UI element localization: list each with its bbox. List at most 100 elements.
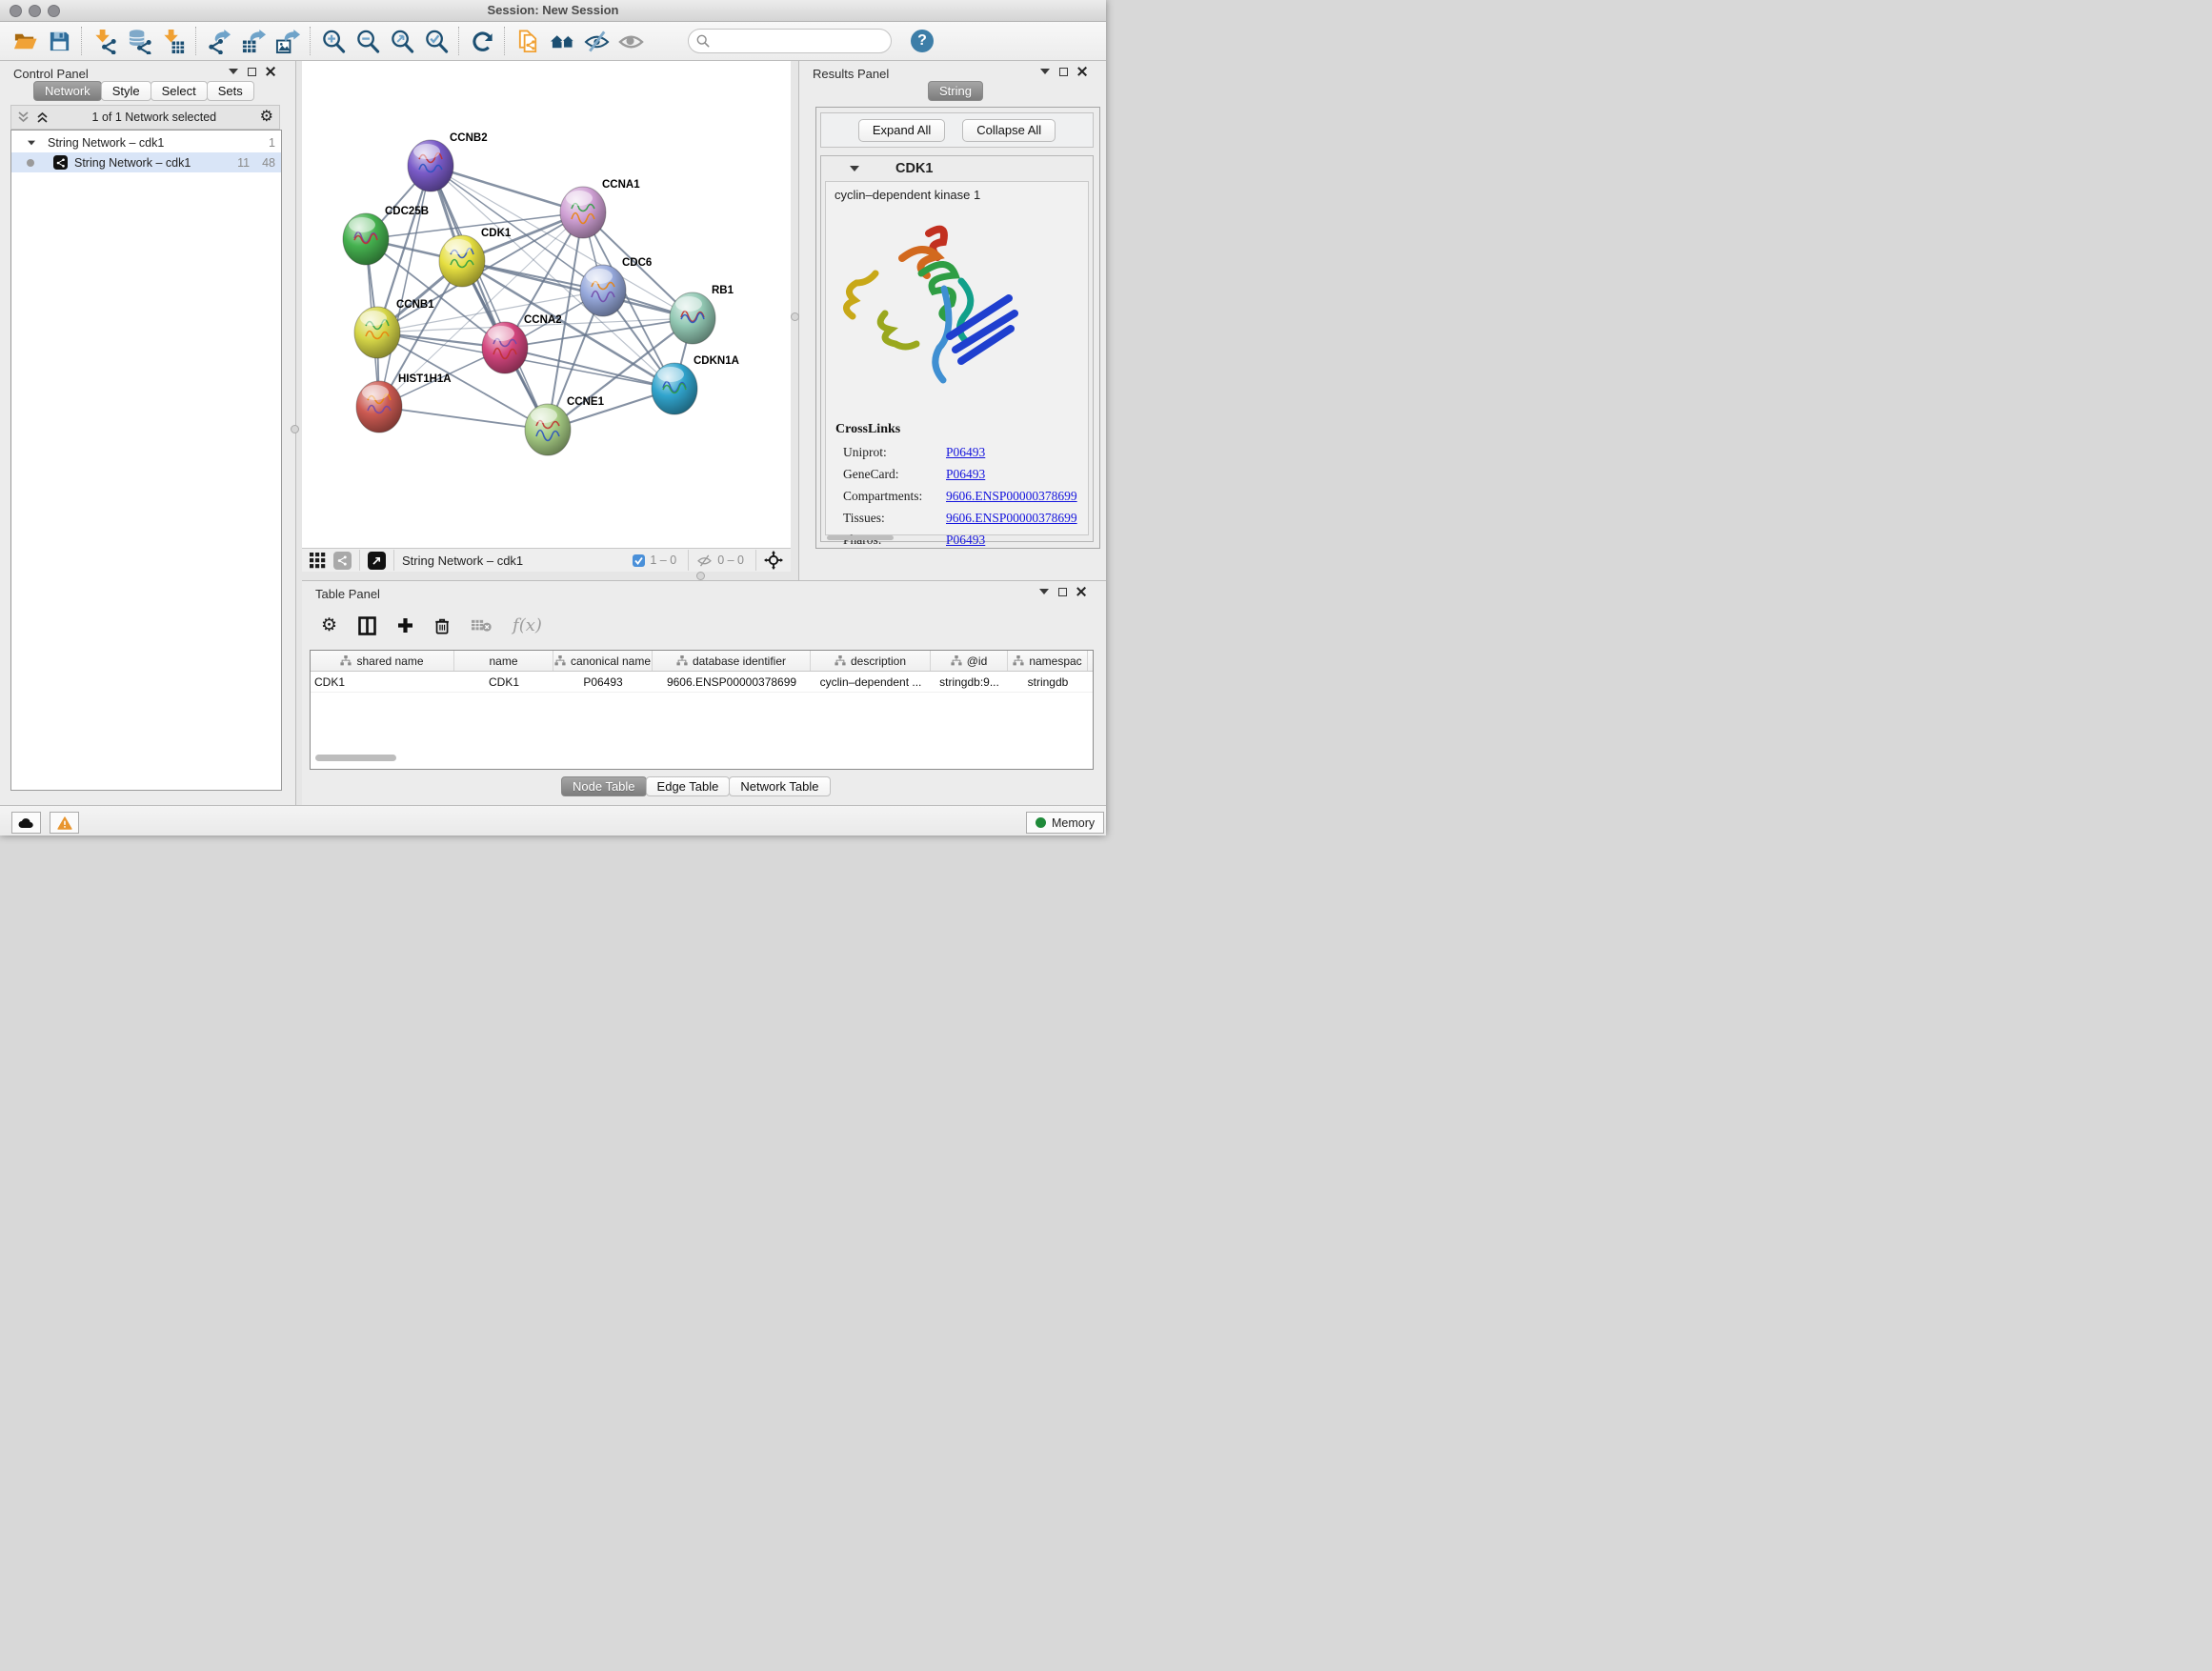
tab-node-table[interactable]: Node Table [561,776,647,796]
crosslink-tissues-link[interactable]: 9606.ENSP00000378699 [946,511,1077,526]
memory-button[interactable]: Memory [1026,812,1104,834]
delete-column-icon[interactable] [434,616,451,635]
pan-crosshair-icon[interactable] [764,551,783,570]
column-header-shared-name[interactable]: shared name [311,651,454,671]
control-panel-collapse-icon[interactable] [229,69,238,74]
home-layout-icon[interactable] [545,25,579,57]
tab-string[interactable]: String [928,81,983,101]
expand-all-button[interactable]: Expand All [858,119,945,142]
function-builder-icon[interactable]: f(x) [513,615,542,635]
crosslink-compartments-link[interactable]: 9606.ENSP00000378699 [946,489,1077,504]
network-node-CDC6[interactable] [580,265,626,316]
export-network-icon[interactable] [202,25,236,57]
network-graph[interactable]: CCNB2CCNA1CDC25BCDK1CDC6RB1CCNB1CCNA2CDK… [302,61,791,548]
network-options-gear-icon[interactable]: ⚙ [260,110,273,125]
tab-network-table[interactable]: Network Table [729,776,830,796]
collapse-all-chevron-icon[interactable] [17,111,30,124]
table-cell[interactable]: CDK1 [454,672,553,692]
results-horizontal-scrollbar[interactable] [827,535,894,540]
network-node-CCNE1[interactable] [525,404,571,455]
table-panel-float-icon[interactable] [1058,588,1067,596]
hidden-eye-icon[interactable] [696,554,713,568]
network-node-CCNA1[interactable] [560,187,606,238]
column-header-namespac[interactable]: namespac [1008,651,1088,671]
table-panel-collapse-icon[interactable] [1039,589,1049,594]
results-panel-close-icon[interactable] [1077,67,1087,76]
cloud-status-button[interactable] [11,812,41,834]
delete-table-icon[interactable] [472,618,492,633]
right-splitter-handle[interactable] [791,312,799,321]
network-node-HIST1H1A[interactable] [356,381,402,433]
tab-edge-table[interactable]: Edge Table [646,776,731,796]
import-network-file-icon[interactable] [88,25,122,57]
selected-checkbox-icon[interactable] [633,554,645,567]
table-horizontal-scrollbar[interactable] [315,755,396,761]
results-panel-collapse-icon[interactable] [1040,69,1050,74]
column-header-database-identifier[interactable]: database identifier [653,651,811,671]
add-column-icon[interactable] [397,617,413,634]
tab-sets[interactable]: Sets [207,81,254,101]
export-table-icon[interactable] [236,25,271,57]
expand-all-chevron-icon[interactable] [36,111,49,124]
birdseye-grid-icon[interactable] [310,553,326,569]
hide-selected-eye-icon[interactable] [579,25,613,57]
bottom-splitter-handle[interactable] [696,572,705,580]
open-in-window-icon[interactable] [368,552,386,570]
table-row[interactable]: CDK1CDK1P064939606.ENSP00000378699cyclin… [311,672,1093,693]
left-splitter-handle[interactable] [291,425,299,433]
zoom-in-icon[interactable] [316,25,351,57]
table-cell[interactable]: stringdb:9... [931,672,1008,692]
crosslink-pharos-link[interactable]: P06493 [946,533,985,548]
column-header-canonical-name[interactable]: canonical name [553,651,653,671]
control-panel-close-icon[interactable] [266,67,275,76]
search-input[interactable] [714,33,883,49]
control-panel-float-icon[interactable] [248,68,256,76]
zoom-selected-icon[interactable] [419,25,453,57]
node-section-collapse-icon[interactable] [850,166,859,171]
network-node-CDC25B[interactable] [343,213,389,265]
network-row[interactable]: String Network – cdk1 11 48 [11,152,281,172]
search-field[interactable] [688,29,892,53]
refresh-layout-icon[interactable] [465,25,499,57]
zoom-out-icon[interactable] [351,25,385,57]
column-header-name[interactable]: name [454,651,553,671]
import-network-database-icon[interactable] [122,25,156,57]
collapse-all-button[interactable]: Collapse All [962,119,1056,142]
column-header-description[interactable]: description [811,651,931,671]
crosslink-genecard-link[interactable]: P06493 [946,467,985,482]
warning-status-button[interactable] [50,812,79,834]
network-node-CCNA2[interactable] [482,322,528,373]
results-panel-float-icon[interactable] [1059,68,1068,76]
table-cell[interactable]: CDK1 [311,672,454,692]
network-node-CDKN1A[interactable] [652,363,697,414]
table-cell[interactable]: 9606.ENSP00000378699 [653,672,811,692]
crosslink-uniprot-link[interactable]: P06493 [946,445,985,460]
tab-network[interactable]: Network [33,81,102,101]
save-session-icon[interactable] [42,25,76,57]
network-node-CCNB1[interactable] [354,307,400,358]
import-table-file-icon[interactable] [156,25,191,57]
network-canvas[interactable]: CCNB2CCNA1CDC25BCDK1CDC6RB1CCNB1CCNA2CDK… [302,61,791,548]
show-columns-icon[interactable] [358,616,376,635]
tab-select[interactable]: Select [151,81,208,101]
export-image-icon[interactable] [271,25,305,57]
table-options-gear-icon[interactable]: ⚙ [321,616,337,634]
node-section-header[interactable]: CDK1 [821,156,1093,180]
show-all-eye-icon[interactable] [613,25,648,57]
table-cell[interactable]: cyclin–dependent ... [811,672,931,692]
collection-expand-icon[interactable] [28,140,35,145]
table-cell[interactable]: P06493 [553,672,653,692]
help-button[interactable]: ? [905,25,939,57]
string-import-icon[interactable] [511,25,545,57]
open-session-icon[interactable] [8,25,42,57]
table-panel-close-icon[interactable] [1076,587,1086,596]
network-share-icon[interactable] [333,552,352,570]
zoom-fit-icon[interactable] [385,25,419,57]
network-node-CCNB2[interactable] [408,140,453,191]
network-node-RB1[interactable] [670,292,715,344]
column-header--id[interactable]: @id [931,651,1008,671]
network-collection-row[interactable]: String Network – cdk1 1 [11,131,281,152]
table-cell[interactable]: stringdb [1008,672,1088,692]
tab-style[interactable]: Style [101,81,151,101]
network-node-CDK1[interactable] [439,235,485,287]
